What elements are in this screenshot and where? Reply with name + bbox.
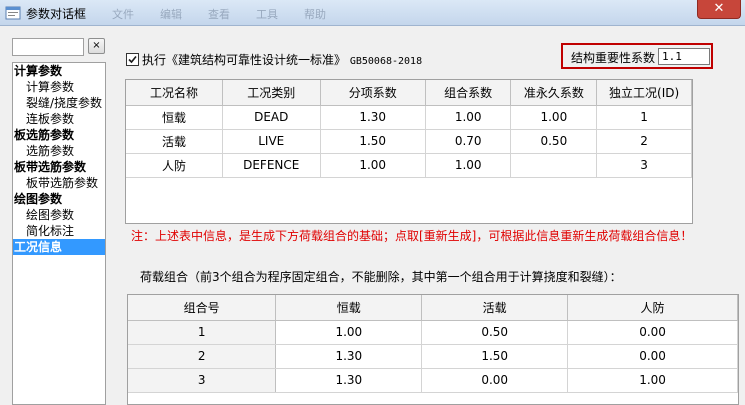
table-cell[interactable]: 0.50 — [510, 129, 598, 154]
checkmark-icon — [128, 55, 137, 64]
row-number-cell[interactable]: 2 — [128, 344, 277, 369]
table-cell[interactable]: 1.50 — [421, 344, 569, 369]
load-combination-table[interactable]: 组合号 恒载 活载 人防 1 1.00 0.50 0.00 2 1.30 1.5… — [127, 294, 739, 405]
tree-item-simplified-annotation[interactable]: 简化标注 — [13, 223, 74, 239]
left-panel: × 计算参数 计算参数 裂缝/挠度参数 连板参数 板选筋参数 选筋参数 板带选筋… — [0, 26, 118, 405]
column-header[interactable]: 准永久系数 — [510, 80, 598, 106]
table-cell[interactable]: 1.00 — [275, 320, 423, 345]
table-header-row: 工况名称 工况类别 分项系数 组合系数 准永久系数 独立工况(ID) — [126, 80, 692, 106]
table-cell[interactable]: LIVE — [222, 129, 321, 154]
importance-factor-group: 结构重要性系数 1.1 — [561, 43, 713, 69]
table-row[interactable]: 恒载 DEAD 1.30 1.00 1.00 1 — [126, 105, 692, 130]
table-cell[interactable]: 3 — [596, 153, 692, 178]
row-number-cell[interactable]: 1 — [128, 320, 277, 345]
tree-item-strip-rebar-group[interactable]: 板带选筋参数 — [13, 159, 86, 175]
tree-item-slab-rebar-group[interactable]: 板选筋参数 — [13, 127, 74, 143]
table-cell[interactable]: 1.00 — [320, 153, 426, 178]
category-tree[interactable]: 计算参数 计算参数 裂缝/挠度参数 连板参数 板选筋参数 选筋参数 板带选筋参数… — [12, 62, 106, 405]
table-cell[interactable]: 1 — [596, 105, 692, 130]
column-header[interactable]: 组合号 — [128, 295, 277, 321]
combo-section-title: 荷载组合（前3个组合为程序固定组合，不能删除，其中第一个组合用于计算挠度和裂缝）… — [140, 270, 622, 284]
standard-checkbox-label[interactable]: 执行《建筑结构可靠性设计统一标准》 GB50068-2018 — [142, 51, 422, 68]
standard-name: 执行《建筑结构可靠性设计统一标准》 — [142, 53, 347, 67]
table-cell[interactable]: DEAD — [222, 105, 321, 130]
regenerate-note: 注：上述表中信息，是生成下方荷载组合的基础；点取[重新生成]，可根据此信息重新生… — [131, 229, 693, 243]
close-icon: ✕ — [713, 1, 725, 16]
table-cell[interactable]: 1.00 — [510, 105, 598, 130]
tree-item-load-case-info[interactable]: 工况信息 — [13, 239, 105, 255]
load-combination-grid: 组合号 恒载 活载 人防 1 1.00 0.50 0.00 2 1.30 1.5… — [128, 295, 738, 393]
table-cell[interactable]: 人防 — [126, 153, 223, 178]
column-header[interactable]: 活载 — [421, 295, 569, 321]
table-cell[interactable]: 1.50 — [320, 129, 426, 154]
table-cell[interactable]: 0.70 — [425, 129, 512, 154]
standard-checkbox[interactable] — [126, 53, 139, 66]
table-row[interactable]: 活载 LIVE 1.50 0.70 0.50 2 — [126, 129, 692, 154]
column-header[interactable]: 恒载 — [275, 295, 423, 321]
tree-item-rebar-params[interactable]: 选筋参数 — [13, 143, 74, 159]
load-case-grid: 工况名称 工况类别 分项系数 组合系数 准永久系数 独立工况(ID) 恒载 DE… — [126, 80, 692, 178]
table-cell[interactable]: 0.00 — [421, 368, 569, 393]
title-bar: 参数对话框 文件 编辑 查看 工具 帮助 ✕ — [0, 0, 745, 26]
table-cell[interactable]: 1.00 — [425, 105, 512, 130]
ghost-menu-item: 帮助 — [304, 8, 326, 21]
tree-item-drawing-group[interactable]: 绘图参数 — [13, 191, 62, 207]
table-cell[interactable]: 1.30 — [275, 368, 423, 393]
app-icon — [5, 6, 21, 20]
clear-icon: × — [92, 40, 101, 51]
table-row[interactable]: 1 1.00 0.50 0.00 — [128, 320, 738, 345]
tree-item-continuous-slab[interactable]: 连板参数 — [13, 111, 74, 127]
table-cell[interactable]: 0.00 — [567, 320, 738, 345]
table-cell[interactable]: 活载 — [126, 129, 223, 154]
table-cell[interactable]: 恒载 — [126, 105, 223, 130]
table-cell[interactable]: 1.30 — [275, 344, 423, 369]
table-cell[interactable]: 0.50 — [421, 320, 569, 345]
load-case-table[interactable]: 工况名称 工况类别 分项系数 组合系数 准永久系数 独立工况(ID) 恒载 DE… — [125, 79, 693, 224]
tree-item-calc-group[interactable]: 计算参数 — [13, 63, 62, 79]
table-cell[interactable]: 1.00 — [567, 368, 738, 393]
standard-code: GB50068-2018 — [349, 56, 423, 67]
table-row[interactable]: 2 1.30 1.50 0.00 — [128, 344, 738, 369]
clear-filter-button[interactable]: × — [88, 38, 105, 54]
close-button[interactable]: ✕ — [697, 0, 741, 19]
table-cell[interactable]: 1.00 — [425, 153, 512, 178]
row-number-cell[interactable]: 3 — [128, 368, 277, 393]
tree-item-calc-params[interactable]: 计算参数 — [13, 79, 74, 95]
tree-item-crack-deflection[interactable]: 裂缝/挠度参数 — [13, 95, 102, 111]
window-title: 参数对话框 — [26, 7, 87, 21]
importance-factor-input[interactable]: 1.1 — [658, 48, 710, 65]
ghost-menu-item: 编辑 — [160, 8, 182, 21]
ghost-menu-item: 工具 — [256, 8, 278, 21]
column-header[interactable]: 人防 — [567, 295, 738, 321]
ghost-menu-item: 查看 — [208, 8, 230, 21]
column-header[interactable]: 组合系数 — [425, 80, 512, 106]
importance-factor-label: 结构重要性系数 — [571, 51, 656, 65]
tree-filter-input[interactable] — [12, 38, 84, 56]
table-cell[interactable]: 2 — [596, 129, 692, 154]
column-header[interactable]: 工况类别 — [222, 80, 321, 106]
table-cell[interactable]: 1.30 — [320, 105, 426, 130]
column-header[interactable]: 独立工况(ID) — [596, 80, 692, 106]
table-row[interactable]: 人防 DEFENCE 1.00 1.00 3 — [126, 153, 692, 178]
ghost-menu-item: 文件 — [112, 8, 134, 21]
tree-item-drawing-params[interactable]: 绘图参数 — [13, 207, 74, 223]
table-cell[interactable]: DEFENCE — [222, 153, 321, 178]
tree-item-strip-rebar-params[interactable]: 板带选筋参数 — [13, 175, 98, 191]
table-row[interactable]: 3 1.30 0.00 1.00 — [128, 368, 738, 393]
table-header-row: 组合号 恒载 活载 人防 — [128, 295, 738, 321]
table-cell[interactable]: 0.00 — [567, 344, 738, 369]
column-header[interactable]: 分项系数 — [320, 80, 426, 106]
table-cell[interactable] — [510, 153, 598, 178]
column-header[interactable]: 工况名称 — [126, 80, 223, 106]
